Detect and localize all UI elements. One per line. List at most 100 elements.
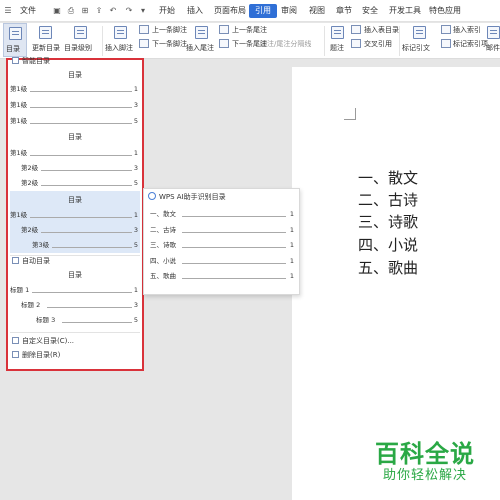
ai-toc-header: WPS AI助手识别目录	[148, 192, 226, 202]
tab-page-layout[interactable]: 页面布局	[214, 0, 246, 22]
ribbon-divider	[399, 26, 400, 56]
mark-citation-label: 标记引文	[402, 44, 430, 52]
cross-reference-icon	[351, 39, 361, 48]
watermark-title: 百科全说	[375, 440, 475, 468]
refresh-toc-icon	[39, 26, 52, 39]
mail-button[interactable]: 邮件	[486, 23, 500, 57]
tab-references[interactable]: 引用	[249, 4, 277, 18]
update-toc-button[interactable]: 更新目录	[32, 23, 60, 57]
toc-button[interactable]: 目录	[3, 23, 27, 57]
toc-preview-row: 第1级 3	[10, 101, 138, 109]
insert-index-icon	[441, 25, 451, 34]
document-heading: 五、歌曲	[358, 259, 419, 277]
dropdown-icon[interactable]: ▾	[138, 6, 148, 16]
toc-preview-row: 第1级 1	[10, 149, 138, 157]
delete-toc-label: 删除目录(R)	[22, 351, 61, 359]
insert-table-of-figures-label: 插入表目录	[364, 26, 399, 34]
tab-insert[interactable]: 插入	[187, 0, 203, 22]
smart-toc-label: 智能目录	[22, 57, 50, 65]
toc-preview-row: 第2级 5	[21, 179, 138, 187]
auto-toc-header: 自动目录	[12, 256, 50, 266]
insert-endnote-button[interactable]: 插入尾注	[186, 23, 216, 57]
auto-toc-label: 自动目录	[22, 257, 50, 265]
toc-style-option-3[interactable]: 目录 第1级 1 第2级 3 第3级 5	[10, 191, 140, 253]
custom-toc-label: 自定义目录(C)...	[22, 337, 75, 345]
toc-dropdown-menu: 智能目录 目录 第1级 1 第1级 3 第1级 5 目录 第1级 1 第2级 3 第2级 5…	[6, 56, 144, 371]
table-of-figures-icon	[351, 25, 361, 34]
prev-footnote-label: 上一条脚注	[152, 26, 187, 34]
cross-reference-label: 交叉引用	[364, 40, 392, 48]
footnote-separator-label: 脚注/尾注分隔线	[260, 40, 312, 48]
ai-toc-submenu[interactable]: WPS AI助手识别目录 一、散文 1 二、古诗 1 三、诗歌 1 四、小说 1 五、歌…	[143, 188, 300, 295]
toc-button-label: 目录	[6, 45, 20, 53]
site-watermark: 百科全说 助你轻松解决	[355, 440, 495, 484]
auto-toc-icon	[12, 257, 19, 264]
ribbon-divider	[102, 26, 103, 56]
mark-citation-button[interactable]: 标记引文	[402, 23, 438, 57]
ai-toc-preview-row: 五、歌曲 1	[150, 272, 294, 280]
mark-index-label: 标记索引项	[453, 40, 488, 48]
next-footnote-icon	[139, 39, 149, 48]
mail-label: 邮件	[486, 44, 500, 52]
tab-review[interactable]: 审阅	[281, 0, 297, 22]
toc-style-option-1[interactable]: 目录 第1级 1 第1级 3 第1级 5	[10, 66, 140, 126]
ribbon-toolbar: 目录 更新目录 目录级别 插入脚注 上一条脚注 下一条脚注 插入尾注 上一条尾注…	[0, 23, 500, 59]
ai-toc-preview-row: 二、古诗 1	[150, 226, 294, 234]
redo-icon[interactable]: ↷	[124, 6, 134, 16]
update-toc-label: 更新目录	[32, 44, 60, 52]
auto-toc-option[interactable]: 目录 标题 11 标题 23 标题 35	[10, 268, 140, 326]
ai-assistant-icon	[148, 192, 156, 200]
tab-home[interactable]: 开始	[159, 0, 175, 22]
tab-security[interactable]: 安全	[362, 0, 378, 22]
ai-toc-preview-row: 四、小说 1	[150, 257, 294, 265]
toc-preview-row: 第1级 5	[10, 117, 138, 125]
file-menu[interactable]: 文件	[20, 0, 36, 22]
footnote-icon	[114, 26, 127, 39]
export-icon[interactable]: ⇪	[94, 6, 104, 16]
document-heading: 四、小说	[358, 236, 419, 254]
print-icon[interactable]: ⎙	[66, 6, 76, 16]
tab-chapter[interactable]: 章节	[336, 0, 352, 22]
custom-toc-icon	[12, 337, 19, 344]
toc-style-option-2[interactable]: 目录 第1级 1 第2级 3 第2级 5	[10, 128, 140, 188]
toc-preview-row: 标题 11	[10, 286, 138, 294]
toc-preview-title: 目录	[68, 71, 82, 79]
toc-level-icon	[74, 26, 87, 39]
watermark-subtitle: 助你轻松解决	[382, 468, 467, 483]
smart-toc-header: 智能目录	[12, 56, 50, 66]
hamburger-menu-icon[interactable]: ☰	[3, 6, 13, 16]
ribbon-divider	[324, 26, 325, 56]
tab-view[interactable]: 视图	[309, 0, 325, 22]
save-icon[interactable]: ▣	[52, 6, 62, 16]
insert-footnote-button[interactable]: 插入脚注	[105, 23, 135, 57]
caption-button[interactable]: 题注	[327, 23, 349, 57]
tab-developer[interactable]: 开发工具	[389, 0, 421, 22]
document-heading: 二、古诗	[358, 191, 419, 209]
toc-preview-row: 标题 35	[36, 316, 138, 324]
toc-preview-row: 第2级 3	[21, 226, 138, 234]
prev-endnote-icon	[219, 25, 229, 34]
toc-preview-title: 目录	[68, 196, 82, 204]
menu-divider	[10, 332, 140, 333]
toc-level-button[interactable]: 目录级别	[64, 23, 98, 57]
custom-toc-menu-item[interactable]: 自定义目录(C)...	[12, 336, 74, 346]
document-heading: 三、诗歌	[358, 213, 419, 231]
delete-toc-menu-item[interactable]: 删除目录(R)	[12, 350, 60, 360]
toc-preview-row: 第1级 1	[10, 211, 138, 219]
mail-icon	[487, 26, 500, 39]
caption-label: 题注	[330, 44, 344, 52]
prev-endnote-label: 上一条尾注	[232, 26, 267, 34]
ai-toc-preview-row: 三、诗歌 1	[150, 241, 294, 249]
mark-index-icon	[441, 39, 451, 48]
insert-endnote-label: 插入尾注	[186, 44, 214, 52]
tab-features[interactable]: 特色应用	[429, 0, 461, 22]
smart-toc-icon	[12, 57, 19, 64]
undo-icon[interactable]: ↶	[108, 6, 118, 16]
print-preview-icon[interactable]: ⊞	[80, 6, 90, 16]
delete-toc-icon	[12, 351, 19, 358]
toc-preview-row: 第3级 5	[32, 241, 138, 249]
margin-crop-mark	[344, 108, 356, 120]
document-heading: 一、散文	[358, 169, 419, 187]
insert-index-label: 插入索引	[453, 26, 481, 34]
document-page[interactable]	[292, 67, 500, 500]
